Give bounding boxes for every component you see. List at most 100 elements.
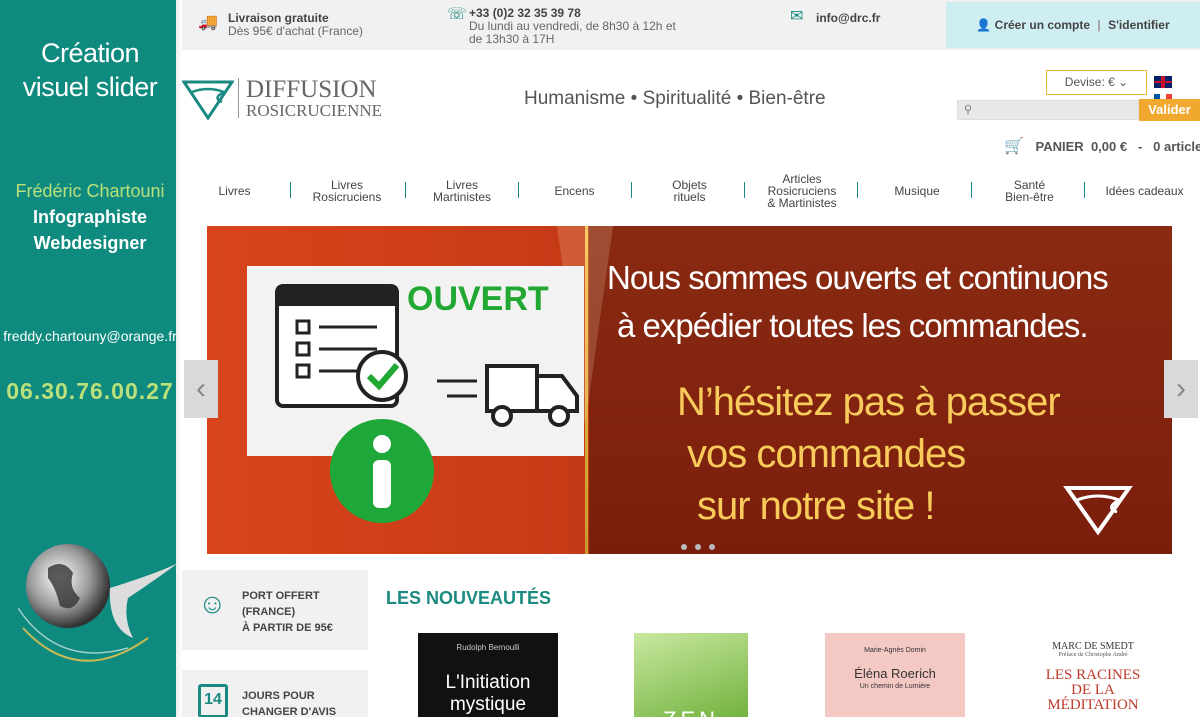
email-info: ✉ info@drc.fr xyxy=(790,9,880,25)
nav-label: Bien-être xyxy=(1005,190,1054,204)
account-links: 👤 Créer un compte | S'identifier xyxy=(946,2,1200,48)
nav-divider xyxy=(971,182,972,198)
nav-item-encens[interactable]: Encens xyxy=(537,170,612,212)
cart-label: PANIER xyxy=(1035,139,1084,154)
search-icon: ⚲ xyxy=(964,104,973,116)
book-title: L'Initiation xyxy=(445,672,531,693)
book-cover-racines-meditation[interactable]: MARC DE SMEDT Préface de Christophe Andr… xyxy=(1032,633,1154,717)
book-title: ZEN xyxy=(634,707,748,717)
book-cover-zen[interactable]: ZEN xyxy=(634,633,748,717)
nav-label: Musique xyxy=(894,184,940,198)
feature-line: CHANGER D'AVIS xyxy=(242,706,337,717)
book-preface: Préface de Christophe André xyxy=(1058,652,1128,658)
book-cover-initiation[interactable]: Rudolph Bernoulli L'Initiation mystique xyxy=(418,633,558,717)
slider-brand-emblem-icon xyxy=(1063,486,1133,536)
nav-divider xyxy=(290,182,291,198)
chevron-left-icon: ‹ xyxy=(196,372,206,405)
book-title: mystique xyxy=(449,694,527,715)
hours-line2: de 13h30 à 17H xyxy=(469,32,555,46)
site-tagline: Humanisme • Spiritualité • Bien-être xyxy=(524,88,826,109)
slider-pagination xyxy=(677,537,719,554)
create-account-link[interactable]: Créer un compte xyxy=(995,18,1090,32)
nav-item-livres-rosicruciens[interactable]: Livres Rosicruciens xyxy=(297,170,397,212)
slider-text-order-line3: sur notre site ! xyxy=(697,484,935,528)
book-subtitle: Un chemin de Lumière xyxy=(859,683,931,690)
sidebar-email: freddy.chartouny@orange.fr xyxy=(3,328,177,344)
calendar-icon: 14 xyxy=(198,684,228,717)
feature-line: (FRANCE) xyxy=(242,606,296,618)
brand-emblem-icon xyxy=(182,80,234,120)
login-link[interactable]: S'identifier xyxy=(1108,18,1170,32)
top-info-bar: 🚚 Livraison gratuite Dès 95€ d'achat (Fr… xyxy=(182,0,1200,50)
nav-item-sante-bien-etre[interactable]: Santé Bien-être xyxy=(987,170,1072,212)
search-input[interactable]: ⚲ xyxy=(957,100,1139,120)
nav-divider xyxy=(631,182,632,198)
cart-count: 0 article xyxy=(1153,139,1200,154)
sidebar-title-line1: Création xyxy=(40,38,140,68)
book-title: LES RACINES xyxy=(1045,667,1141,683)
nav-item-livres[interactable]: Livres xyxy=(202,170,267,212)
nav-label: rituels xyxy=(673,190,706,204)
feature-line: À PARTIR DE 95€ xyxy=(242,622,333,634)
slider-text-order-line1: N’hésitez pas à passer xyxy=(677,380,1061,424)
currency-label: Devise: € xyxy=(1064,75,1115,89)
slider-next-button[interactable]: › xyxy=(1164,360,1198,418)
chevron-right-icon: › xyxy=(1176,372,1186,405)
nav-item-articles[interactable]: Articles Rosicruciens & Martinistes xyxy=(752,170,852,212)
brand-name-line2: ROSICRUCIENNE xyxy=(246,101,383,120)
slider-dot[interactable] xyxy=(695,544,701,550)
search-submit-button[interactable]: Valider xyxy=(1139,99,1200,121)
nav-item-idees-cadeaux[interactable]: Idées cadeaux xyxy=(1097,170,1192,212)
slider-dot[interactable] xyxy=(709,544,715,550)
book-author: Marie-Agnès Domin xyxy=(864,647,926,654)
slider-text-order-line2: vos commandes xyxy=(687,432,966,476)
nav-divider xyxy=(405,182,406,198)
sidebar-title: Création visuel slider xyxy=(0,36,180,104)
envelope-icon: ✉ xyxy=(790,8,804,25)
nav-item-objets-rituels[interactable]: Objets rituels xyxy=(652,170,727,212)
book-author: MARC DE SMEDT xyxy=(1052,641,1134,652)
email-link[interactable]: info@drc.fr xyxy=(816,12,880,25)
slider-text-open: Nous sommes ouverts et continuons à expé… xyxy=(607,254,1109,350)
cart-dash: - xyxy=(1137,139,1143,154)
nav-label: Rosicruciens xyxy=(312,190,382,204)
flag-en-icon[interactable] xyxy=(1154,76,1172,88)
nav-label: Encens xyxy=(554,184,595,198)
shipping-subtitle: Dès 95€ d'achat (France) xyxy=(228,24,364,38)
feature-return-policy: 14 JOURS POUR CHANGER D'AVIS xyxy=(182,670,368,717)
features-column: ☺ PORT OFFERT (FRANCE) À PARTIR DE 95€ 1… xyxy=(182,570,368,717)
new-arrivals-heading: LES NOUVEAUTÉS xyxy=(386,588,552,608)
slider-text-order: N’hésitez pas à passer vos commandes sur… xyxy=(677,376,1061,532)
sidebar-role-1: Infographiste xyxy=(32,207,147,227)
main-navigation: Livres Livres Rosicruciens Livres Martinis… xyxy=(182,170,1200,212)
slider-text-open-line2: à expédier toutes les commandes. xyxy=(617,307,1089,344)
sidebar-phone: 06.30.76.00.27 xyxy=(6,378,174,404)
slider-text-open-line1: Nous sommes ouverts et continuons xyxy=(607,259,1109,296)
cart-summary[interactable]: 🛒 PANIER 0,00 € - 0 article xyxy=(1004,136,1200,156)
truck-icon: 🚚 xyxy=(198,14,218,31)
smile-icon: ☺ xyxy=(198,588,227,619)
chevron-down-icon: ⌄ xyxy=(1118,75,1129,89)
website-mockup: 🚚 Livraison gratuite Dès 95€ d'achat (Fr… xyxy=(182,0,1200,717)
nav-item-musique[interactable]: Musique xyxy=(877,170,957,212)
nav-label: & Martinistes xyxy=(767,196,837,210)
sidebar-title-line2: visuel slider xyxy=(22,72,158,102)
currency-selector[interactable]: Devise: € ⌄ xyxy=(1046,70,1147,95)
hero-slider: OUVERT Nous sommes ouverts et continuons… xyxy=(207,226,1172,554)
slider-dot[interactable] xyxy=(681,544,687,550)
nav-label: Idées cadeaux xyxy=(1105,184,1184,198)
nav-label: Livres xyxy=(218,184,251,198)
slider-open-sign: OUVERT xyxy=(407,280,549,318)
globe-logo-icon xyxy=(18,544,178,662)
designer-sidebar: Création visuel slider Frédéric Chartoun… xyxy=(0,0,180,717)
phone-icon: ☏ xyxy=(447,6,468,23)
nav-divider xyxy=(857,182,858,198)
nav-item-livres-martinistes[interactable]: Livres Martinistes xyxy=(417,170,507,212)
slider-prev-button[interactable]: ‹ xyxy=(184,360,218,418)
nav-divider xyxy=(518,182,519,198)
book-title: DE LA xyxy=(1071,682,1115,698)
calendar-number: 14 xyxy=(204,691,222,708)
feature-line: JOURS POUR xyxy=(242,690,315,702)
brand-logo[interactable]: DIFFUSION ROSICRUCIENNE xyxy=(182,77,397,122)
book-cover-elena-roerich[interactable]: Marie-Agnès Domin Éléna Roerich Un chemi… xyxy=(825,633,965,717)
